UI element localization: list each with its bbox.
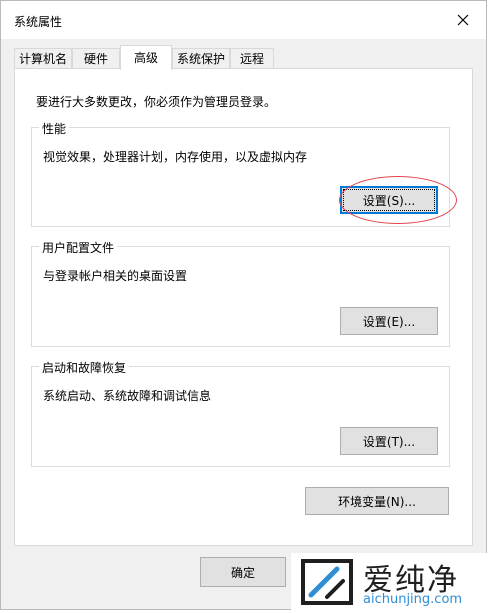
tab-computer-name[interactable]: 计算机名 [14,48,72,69]
tab-hardware[interactable]: 硬件 [72,48,120,69]
watermark-url: aichunjing.com [363,592,463,607]
aichunjing-logo-icon [301,559,353,605]
system-properties-dialog: 系统属性 计算机名 硬件 高级 系统保护 远程 要进行大多数更改，你必须作为管理… [0,0,487,610]
startup-recovery-settings-button[interactable]: 设置(T)... [340,427,438,455]
dialog-title: 系统属性 [14,15,63,29]
startup-recovery-group-title: 启动和故障恢复 [39,359,130,376]
tab-advanced[interactable]: 高级 [120,45,172,70]
ok-button[interactable]: 确定 [200,557,286,587]
startup-recovery-group: 启动和故障恢复 系统启动、系统故障和调试信息 设置(T)... [31,359,450,467]
user-profiles-group-title: 用户配置文件 [39,239,118,256]
tab-remote[interactable]: 远程 [230,48,274,69]
highlight-annotation [339,176,457,224]
tab-system-protection[interactable]: 系统保护 [172,48,230,69]
close-icon [457,14,469,26]
admin-notice: 要进行大多数更改，你必须作为管理员登录。 [36,95,277,109]
close-button[interactable] [448,7,478,33]
user-profiles-group: 用户配置文件 与登录帐户相关的桌面设置 设置(E)... [31,239,450,347]
user-profiles-settings-button[interactable]: 设置(E)... [340,307,438,335]
watermark: 爱纯净 aichunjing.com [291,553,489,610]
performance-description: 视觉效果，处理器计划，内存使用，以及虚拟内存 [43,150,308,164]
advanced-tab-panel: 要进行大多数更改，你必须作为管理员登录。 性能 视觉效果，处理器计划，内存使用，… [14,68,473,546]
environment-variables-button[interactable]: 环境变量(N)... [305,487,449,515]
title-bar: 系统属性 [1,1,486,39]
startup-recovery-description: 系统启动、系统故障和调试信息 [43,389,212,403]
performance-group-title: 性能 [39,120,70,137]
user-profiles-description: 与登录帐户相关的桌面设置 [43,269,188,283]
